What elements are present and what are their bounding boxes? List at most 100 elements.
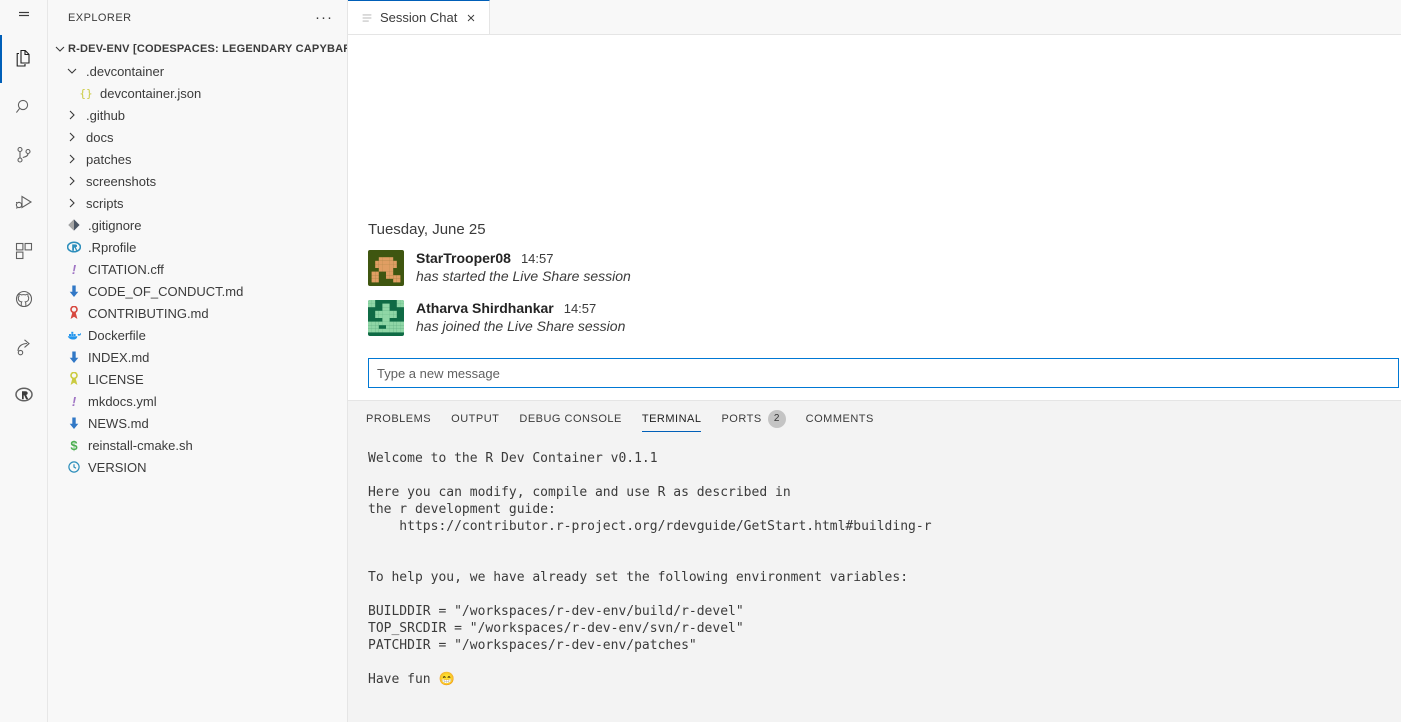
ribbon-yellow-icon	[66, 371, 82, 387]
terminal-line: the r development guide:	[368, 501, 1401, 518]
chevron-down-icon	[52, 41, 68, 57]
terminal-line	[368, 467, 1401, 484]
docker-icon	[66, 327, 82, 343]
chevron-right-icon	[64, 129, 80, 145]
sidebar-title: EXPLORER	[68, 12, 132, 24]
activity-bar-item-live-share[interactable]	[0, 323, 48, 371]
exclamation-icon: !	[66, 393, 82, 409]
markdown-icon	[66, 283, 82, 299]
tree-item-rprofile[interactable]: .Rprofile	[48, 236, 347, 258]
chevron-right-icon	[64, 173, 80, 189]
markdown-icon	[66, 415, 82, 431]
tree-item-devcontainer[interactable]: .devcontainer	[48, 60, 347, 82]
bottom-panel: PROBLEMSOUTPUTDEBUG CONSOLETERMINALPORTS…	[348, 400, 1401, 722]
chevron-right-icon	[64, 151, 80, 167]
hamburger-menu-button[interactable]	[0, 0, 48, 35]
terminal-line: Here you can modify, compile and use R a…	[368, 484, 1401, 501]
activity-bar-item-github[interactable]	[0, 275, 48, 323]
panel-tab-output[interactable]: OUTPUT	[441, 401, 509, 436]
tree-item-label: VERSION	[88, 460, 147, 475]
tree-root-label: R-DEV-ENV [CODESPACES: LEGENDARY CAPYBAR…	[68, 43, 348, 55]
search-icon	[12, 95, 36, 119]
terminal-output[interactable]: Welcome to the R Dev Container v0.1.1 He…	[348, 436, 1401, 722]
tree-item-contributing-md[interactable]: CONTRIBUTING.md	[48, 302, 347, 324]
chat-message-author: StarTrooper08	[416, 250, 511, 266]
session-chat-view: Tuesday, June 25 StarTrooper0814:57has s…	[348, 35, 1401, 400]
tree-item-reinstall-cmake-sh[interactable]: $ reinstall-cmake.sh	[48, 434, 347, 456]
tree-item-label: LICENSE	[88, 372, 144, 387]
terminal-line: To help you, we have already set the fol…	[368, 569, 1401, 586]
activity-bar-item-r-language[interactable]	[0, 371, 48, 419]
terminal-line	[368, 654, 1401, 671]
chevron-right-icon	[64, 107, 80, 123]
chat-message-body: StarTrooper0814:57has started the Live S…	[416, 250, 631, 286]
tree-item-label: NEWS.md	[88, 416, 149, 431]
file-tree: R-DEV-ENV [CODESPACES: LEGENDARY CAPYBAR…	[48, 35, 347, 478]
chat-message-text: has joined the Live Share session	[416, 318, 625, 334]
chat-message-list: Tuesday, June 25 StarTrooper0814:57has s…	[348, 215, 1401, 350]
tree-item-news-md[interactable]: NEWS.md	[48, 412, 347, 434]
activity-bar	[0, 0, 48, 722]
close-icon[interactable]	[463, 10, 479, 26]
sidebar-explorer: EXPLORER ··· R-DEV-ENV [CODESPACES: LEGE…	[48, 0, 348, 722]
terminal-line: Have fun 😁	[368, 671, 1401, 688]
tree-item-code-of-conduct-md[interactable]: CODE_OF_CONDUCT.md	[48, 280, 347, 302]
panel-tab-debug-console[interactable]: DEBUG CONSOLE	[509, 401, 631, 436]
tree-item-mkdocs-yml[interactable]: !mkdocs.yml	[48, 390, 347, 412]
tree-item-license[interactable]: LICENSE	[48, 368, 347, 390]
tree-item-label: .github	[86, 108, 125, 123]
tree-item-label: .gitignore	[88, 218, 141, 233]
tree-item-label: screenshots	[86, 174, 156, 189]
tab-session-chat[interactable]: Session Chat	[348, 0, 490, 34]
terminal-line	[368, 535, 1401, 552]
chat-message-timestamp: 14:57	[521, 251, 554, 266]
tree-item-citation-cff[interactable]: !CITATION.cff	[48, 258, 347, 280]
editor-tab-bar: Session Chat	[348, 0, 1401, 35]
activity-bar-item-source-control[interactable]	[0, 131, 48, 179]
chat-lines-icon	[360, 11, 374, 25]
tree-item-label: INDEX.md	[88, 350, 149, 365]
tree-item-scripts[interactable]: scripts	[48, 192, 347, 214]
chevron-down-icon	[64, 63, 80, 79]
r-language-icon	[12, 383, 36, 407]
tree-item-screenshots[interactable]: screenshots	[48, 170, 347, 192]
tree-item-version[interactable]: VERSION	[48, 456, 347, 478]
tree-item-patches[interactable]: patches	[48, 148, 347, 170]
tree-item-label: reinstall-cmake.sh	[88, 438, 193, 453]
tree-item-label: .devcontainer	[86, 64, 164, 79]
markdown-icon	[66, 349, 82, 365]
activity-bar-item-search[interactable]	[0, 83, 48, 131]
tree-item-github[interactable]: .github	[48, 104, 347, 126]
sidebar-header: EXPLORER ···	[48, 0, 347, 35]
tree-item-label: .Rprofile	[88, 240, 136, 255]
tree-root-r-dev-env[interactable]: R-DEV-ENV [CODESPACES: LEGENDARY CAPYBAR…	[48, 38, 347, 60]
files-icon	[12, 47, 36, 71]
chat-message-input[interactable]	[368, 358, 1399, 388]
chevron-right-icon	[64, 195, 80, 211]
panel-tab-terminal[interactable]: TERMINAL	[632, 401, 712, 436]
panel-tab-problems[interactable]: PROBLEMS	[356, 401, 441, 436]
panel-tab-label: PORTS	[721, 413, 761, 425]
panel-tab-ports[interactable]: PORTS2	[711, 401, 795, 436]
tree-item-devcontainer-json[interactable]: {}devcontainer.json	[48, 82, 347, 104]
shell-icon: $	[66, 437, 82, 453]
tree-item-index-md[interactable]: INDEX.md	[48, 346, 347, 368]
terminal-line	[368, 552, 1401, 569]
terminal-line: TOP_SRCDIR = "/workspaces/r-dev-env/svn/…	[368, 620, 1401, 637]
activity-bar-item-explorer[interactable]	[0, 35, 48, 83]
sidebar-more-actions-button[interactable]: ···	[309, 13, 339, 23]
activity-bar-item-run-and-debug[interactable]	[0, 179, 48, 227]
tree-item-label: CITATION.cff	[88, 262, 164, 277]
tree-item-dockerfile[interactable]: Dockerfile	[48, 324, 347, 346]
atharva-shirdhankar-avatar	[368, 300, 404, 336]
terminal-line: Welcome to the R Dev Container v0.1.1	[368, 450, 1401, 467]
panel-tab-comments[interactable]: COMMENTS	[796, 401, 884, 436]
activity-bar-item-extensions[interactable]	[0, 227, 48, 275]
tree-item-label: CONTRIBUTING.md	[88, 306, 209, 321]
main-area: Session Chat Tuesday, June 25 StarTroope…	[348, 0, 1401, 722]
clock-icon	[66, 459, 82, 475]
tree-item-docs[interactable]: docs	[48, 126, 347, 148]
tree-item-gitignore[interactable]: .gitignore	[48, 214, 347, 236]
chat-message-header: StarTrooper08 14:57	[416, 250, 631, 266]
run-debug-icon	[12, 191, 36, 215]
